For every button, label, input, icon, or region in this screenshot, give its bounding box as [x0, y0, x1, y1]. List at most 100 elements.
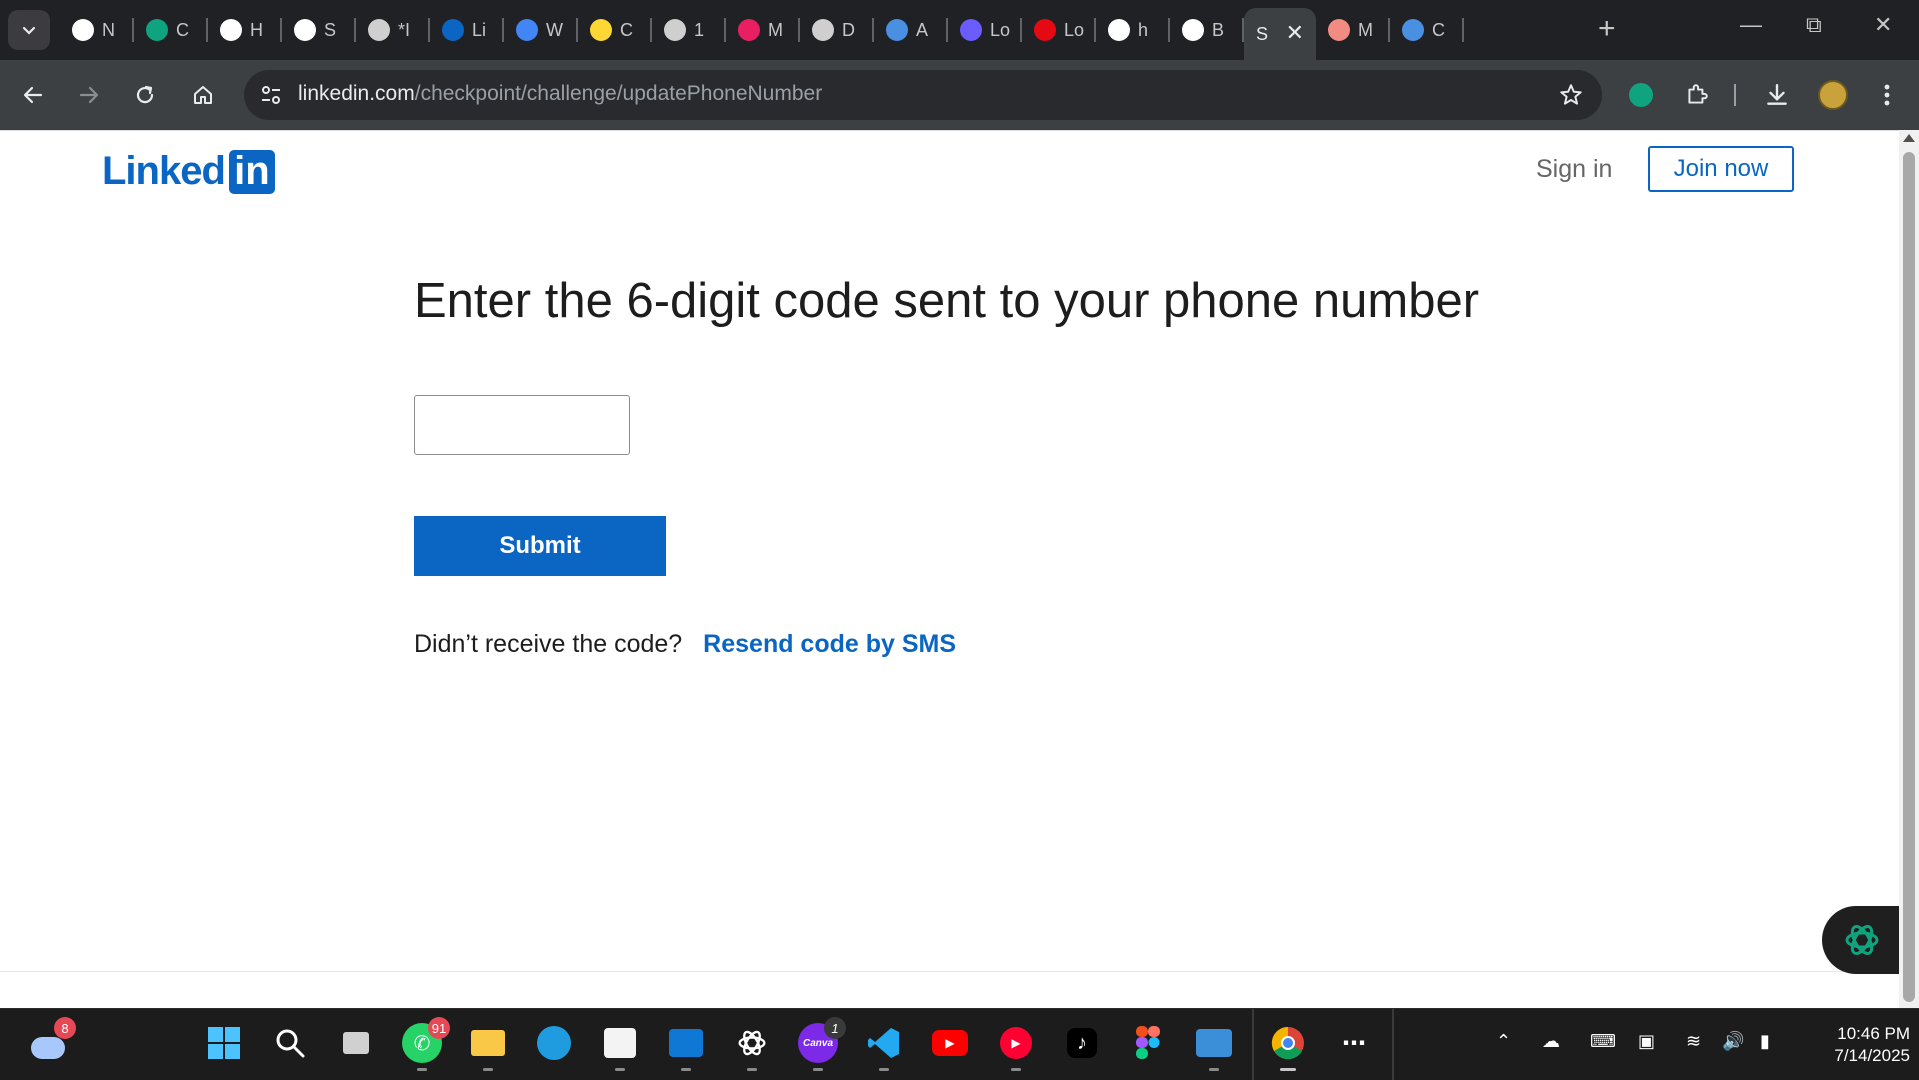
tab-label: C — [620, 19, 633, 40]
edge-app[interactable] — [534, 1023, 574, 1063]
tab-active[interactable]: S ✕ — [1244, 8, 1316, 60]
browser-tab[interactable]: C — [134, 0, 208, 60]
openai-icon — [1845, 925, 1879, 955]
more-apps-button[interactable]: ⋯ — [1334, 1023, 1374, 1063]
onedrive-icon[interactable]: ☁ — [1542, 1031, 1560, 1052]
tab-label: M — [1358, 19, 1373, 40]
weather-widget[interactable]: 8 — [28, 1017, 76, 1063]
tab-list: N C H S *I Li W C 1 M D A Lo Lo h B S ✕ M C — [60, 0, 1464, 60]
browser-tab[interactable]: M — [1316, 0, 1390, 60]
tiktok-icon: ♪ — [1067, 1028, 1097, 1058]
home-button[interactable] — [182, 74, 224, 116]
browser-tab[interactable]: 1 — [652, 0, 726, 60]
whatsapp-badge: 91 — [428, 1017, 450, 1039]
youtube-music-icon: ▶ — [1000, 1027, 1032, 1059]
running-indicator — [483, 1068, 493, 1071]
restore-icon[interactable]: ⧉ — [1806, 12, 1822, 38]
url-host: linkedin.com — [298, 82, 415, 105]
back-button[interactable] — [12, 74, 54, 116]
tiktok-app[interactable]: ♪ — [1062, 1023, 1102, 1063]
photos-app[interactable] — [1194, 1023, 1234, 1071]
browser-tab[interactable]: H — [208, 0, 282, 60]
running-indicator — [879, 1068, 889, 1071]
browser-tab[interactable]: S — [282, 0, 356, 60]
youtube-app[interactable]: ▶ — [930, 1023, 970, 1063]
resend-prompt: Didn’t receive the code? — [414, 630, 683, 658]
task-view-button[interactable] — [336, 1023, 376, 1063]
linkedin-logo[interactable]: Linked in — [102, 149, 275, 194]
scroll-up-arrow-icon[interactable] — [1903, 134, 1915, 142]
reload-button[interactable] — [124, 74, 166, 116]
sign-in-link[interactable]: Sign in — [1536, 155, 1612, 184]
browser-tab[interactable]: Lo — [948, 0, 1022, 60]
battery-icon[interactable]: ▮ — [1760, 1031, 1770, 1052]
resend-sms-link[interactable]: Resend code by SMS — [703, 630, 956, 658]
volume-icon[interactable]: 🔊 — [1722, 1031, 1744, 1052]
browser-tab[interactable]: N — [60, 0, 134, 60]
whatsapp-app[interactable]: ✆ 91 — [402, 1017, 450, 1071]
outlook-app[interactable] — [666, 1023, 706, 1071]
site-info-icon[interactable] — [258, 82, 284, 108]
linkedin-icon — [442, 19, 464, 41]
store-app[interactable] — [600, 1023, 640, 1071]
browser-tab[interactable]: M — [726, 0, 800, 60]
doc-icon — [1402, 19, 1424, 41]
browser-tab[interactable]: Li — [430, 0, 504, 60]
canva-app[interactable]: Canva 1 — [798, 1017, 846, 1071]
browser-tab[interactable]: B — [1170, 0, 1244, 60]
google-icon — [1108, 19, 1130, 41]
browser-tab[interactable]: A — [874, 0, 948, 60]
task-view-icon — [343, 1032, 369, 1054]
address-bar[interactable]: linkedin.com/checkpoint/challenge/update… — [244, 70, 1602, 120]
chrome-menu-button[interactable] — [1866, 74, 1908, 116]
tab-search-button[interactable] — [8, 10, 50, 50]
doc-icon — [886, 19, 908, 41]
tab-label: B — [1212, 19, 1225, 40]
close-tab-icon[interactable]: ✕ — [1286, 20, 1304, 46]
submit-button[interactable]: Submit — [414, 516, 666, 576]
chatgpt-floating-button[interactable] — [1822, 906, 1902, 974]
tab-label: D — [842, 19, 855, 40]
wifi-icon[interactable]: ≋ — [1686, 1031, 1701, 1052]
verification-code-input[interactable] — [414, 395, 630, 455]
edge-icon — [537, 1026, 571, 1060]
start-button[interactable] — [204, 1023, 244, 1063]
url-path: /checkpoint/challenge/updatePhoneNumber — [414, 82, 823, 105]
close-window-icon[interactable]: ✕ — [1874, 12, 1892, 38]
bookmark-star-icon[interactable] — [1558, 82, 1584, 108]
browser-tab[interactable]: *I — [356, 0, 430, 60]
chevron-down-icon — [22, 26, 36, 35]
keyboard-icon[interactable]: ⌨ — [1590, 1031, 1616, 1052]
file-explorer-app[interactable] — [468, 1023, 508, 1071]
new-tab-button[interactable]: + — [1598, 12, 1616, 46]
chrome-app[interactable] — [1268, 1023, 1308, 1071]
tab-label: 1 — [694, 19, 705, 40]
vscode-app[interactable] — [864, 1023, 904, 1071]
puzzle-icon — [1688, 84, 1708, 104]
browser-tab[interactable]: W — [504, 0, 578, 60]
browser-tab[interactable]: C — [578, 0, 652, 60]
page-scrollbar[interactable] — [1899, 130, 1919, 1008]
youtube-music-app[interactable]: ▶ — [996, 1023, 1036, 1071]
minimize-icon[interactable]: — — [1740, 12, 1762, 38]
downloads-button[interactable] — [1756, 74, 1798, 116]
globe-icon — [368, 19, 390, 41]
system-clock[interactable]: 10:46 PM 7/14/2025 — [1800, 1023, 1910, 1067]
profile-button[interactable] — [1812, 74, 1854, 116]
chatgpt-app[interactable] — [732, 1023, 772, 1071]
join-now-button[interactable]: Join now — [1648, 146, 1794, 192]
taskbar-search-button[interactable] — [270, 1023, 310, 1063]
browser-tab[interactable]: h — [1096, 0, 1170, 60]
extensions-button[interactable] — [1676, 74, 1718, 116]
browser-tab[interactable]: D — [800, 0, 874, 60]
chevron-up-icon[interactable]: ⌃ — [1496, 1031, 1511, 1052]
chatgpt-extension-button[interactable] — [1620, 74, 1662, 116]
forward-button[interactable] — [68, 74, 110, 116]
figma-app[interactable] — [1128, 1023, 1168, 1063]
tablet-icon[interactable]: ▣ — [1638, 1031, 1655, 1052]
browser-tab[interactable]: C — [1390, 0, 1464, 60]
scroll-thumb[interactable] — [1903, 152, 1915, 1002]
browser-tab[interactable]: Lo — [1022, 0, 1096, 60]
browser-toolbar: linkedin.com/checkpoint/challenge/update… — [0, 60, 1919, 130]
c-logo-icon — [960, 19, 982, 41]
